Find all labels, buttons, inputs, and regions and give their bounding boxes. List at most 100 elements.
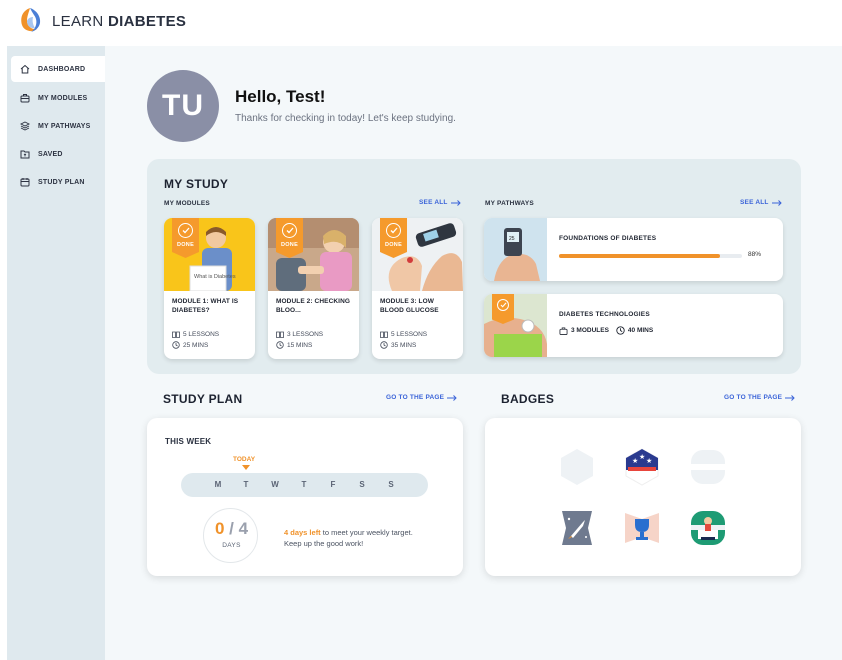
badges-card xyxy=(485,418,801,576)
link-label: SEE ALL xyxy=(419,199,448,206)
avatar[interactable]: TU xyxy=(147,70,219,142)
arrow-right-icon xyxy=(785,394,795,401)
done-ribbon: DONE xyxy=(172,218,199,258)
progress-fill xyxy=(559,254,721,258)
greeting-subtitle: Thanks for checking in today! Let's keep… xyxy=(235,113,456,124)
this-week-label: THIS WEEK xyxy=(165,437,212,446)
lessons-count: 5 LESSONS xyxy=(183,331,220,338)
done-label: DONE xyxy=(280,242,299,248)
svg-text:★: ★ xyxy=(632,457,638,465)
link-label: GO TO THE PAGE xyxy=(386,394,445,401)
meter-reading: 25 xyxy=(509,236,515,242)
duration-value: 25 MINS xyxy=(183,341,209,349)
days-label: DAYS xyxy=(222,542,241,549)
done-ribbon xyxy=(492,294,514,324)
duration-value: 40 MINS xyxy=(627,327,654,334)
duration-value: 35 MINS xyxy=(391,341,417,349)
study-plan-link[interactable]: GO TO THE PAGE xyxy=(386,394,457,401)
check-icon xyxy=(386,223,401,238)
pathway-card-technologies[interactable]: DIABETES TECHNOLOGIES 3 MODULES 40 MINS xyxy=(484,294,783,357)
module-title: MODULE 2: CHECKING BLOO... xyxy=(276,298,351,314)
stars-badge-icon[interactable]: ★★★ xyxy=(623,448,661,486)
book-icon xyxy=(276,331,284,338)
modules-see-all-link[interactable]: SEE ALL xyxy=(419,199,461,206)
clock-icon xyxy=(172,341,180,349)
module-duration: 35 MINS xyxy=(380,341,416,349)
check-icon xyxy=(282,223,297,238)
brand-name[interactable]: LEARN DIABETES xyxy=(52,13,186,30)
progress-percent: 88% xyxy=(748,251,762,258)
pathway-title: DIABETES TECHNOLOGIES xyxy=(559,311,650,318)
calendar-icon xyxy=(19,177,30,188)
sidebar-item-dashboard[interactable]: DASHBOARD xyxy=(11,56,105,82)
pathway-card-foundations[interactable]: 25 FOUNDATIONS OF DIABETES 88% xyxy=(484,218,783,281)
badges-link[interactable]: GO TO THE PAGE xyxy=(724,394,795,401)
lessons-count: 3 LESSONS xyxy=(287,331,324,338)
module-card-1[interactable]: What is Diabetes DONE MODULE 1: WHAT IS … xyxy=(164,218,255,359)
study-plan-title: STUDY PLAN xyxy=(163,392,243,406)
duration-value: 15 MINS xyxy=(287,341,313,349)
days-target: 4 xyxy=(238,519,249,538)
briefcase-icon xyxy=(559,326,568,335)
day-wednesday[interactable]: W xyxy=(268,480,282,489)
day-thursday[interactable]: T xyxy=(297,480,311,489)
days-count: 0 / 4 xyxy=(204,519,259,539)
arrow-right-icon xyxy=(450,199,461,206)
today-marker xyxy=(242,465,250,470)
learn-diabetes-logo-icon[interactable] xyxy=(16,6,44,34)
svg-text:★: ★ xyxy=(646,457,652,465)
arrow-right-icon xyxy=(447,394,457,401)
module-lessons: 5 LESSONS xyxy=(380,331,427,338)
check-icon xyxy=(178,223,193,238)
day-monday[interactable]: M xyxy=(211,480,225,489)
done-label: DONE xyxy=(176,242,195,248)
rounded-badge-icon[interactable] xyxy=(689,448,727,486)
sidebar-item-label: STUDY PLAN xyxy=(38,178,85,186)
done-label: DONE xyxy=(384,242,403,248)
days-left-highlight: 4 days left xyxy=(284,528,321,537)
sidebar-item-label: SAVED xyxy=(38,150,63,158)
module-lessons: 3 LESSONS xyxy=(276,331,323,338)
done-ribbon: DONE xyxy=(380,218,407,258)
module-card-3[interactable]: DONE MODULE 3: LOW BLOOD GLUCOSE 5 LESSO… xyxy=(372,218,463,359)
folder-icon xyxy=(19,149,30,160)
rocket-badge-icon[interactable] xyxy=(558,509,596,547)
sidebar-item-label: MY MODULES xyxy=(38,94,88,102)
lessons-count: 5 LESSONS xyxy=(391,331,428,338)
day-saturday[interactable]: S xyxy=(355,480,369,489)
done-ribbon: DONE xyxy=(276,218,303,258)
module-1-sign-text: What is Diabetes xyxy=(194,274,236,280)
brand-bold: DIABETES xyxy=(108,13,187,30)
book-icon xyxy=(172,331,180,338)
day-friday[interactable]: F xyxy=(326,480,340,489)
clock-icon xyxy=(276,341,284,349)
my-study-title: MY STUDY xyxy=(164,177,229,191)
book-icon xyxy=(380,331,388,338)
briefcase-icon xyxy=(19,93,30,104)
days-completed: 0 xyxy=(214,519,225,538)
trophy-badge-icon[interactable] xyxy=(623,509,661,547)
pathways-see-all-link[interactable]: SEE ALL xyxy=(740,199,782,206)
week-days-bar: M T W T F S S xyxy=(181,473,428,497)
pathway-progress-bar xyxy=(559,254,742,258)
link-label: SEE ALL xyxy=(740,199,769,206)
arrow-right-icon xyxy=(771,199,782,206)
top-bar: LEARN DIABETES xyxy=(0,0,842,44)
module-lessons: 5 LESSONS xyxy=(172,331,219,338)
sidebar-item-my-modules[interactable]: MY MODULES xyxy=(11,85,105,111)
sidebar-item-label: DASHBOARD xyxy=(38,65,86,73)
badges-title: BADGES xyxy=(501,392,555,406)
layers-icon xyxy=(19,121,30,132)
module-title: MODULE 1: WHAT IS DIABETES? xyxy=(172,298,239,314)
day-tuesday[interactable]: T xyxy=(239,480,253,489)
modules-count: 3 MODULES xyxy=(571,327,609,334)
sidebar-item-my-pathways[interactable]: MY PATHWAYS xyxy=(11,113,105,139)
sidebar-item-study-plan[interactable]: STUDY PLAN xyxy=(11,169,105,195)
certificate-badge-icon[interactable] xyxy=(689,509,727,547)
hexagon-badge-icon[interactable] xyxy=(558,448,596,486)
my-pathways-label: MY PATHWAYS xyxy=(485,200,534,207)
day-sunday[interactable]: S xyxy=(384,480,398,489)
sidebar-item-saved[interactable]: SAVED xyxy=(11,141,105,167)
pathway-title: FOUNDATIONS OF DIABETES xyxy=(559,235,657,242)
module-card-2[interactable]: DONE MODULE 2: CHECKING BLOO... 3 LESSON… xyxy=(268,218,359,359)
